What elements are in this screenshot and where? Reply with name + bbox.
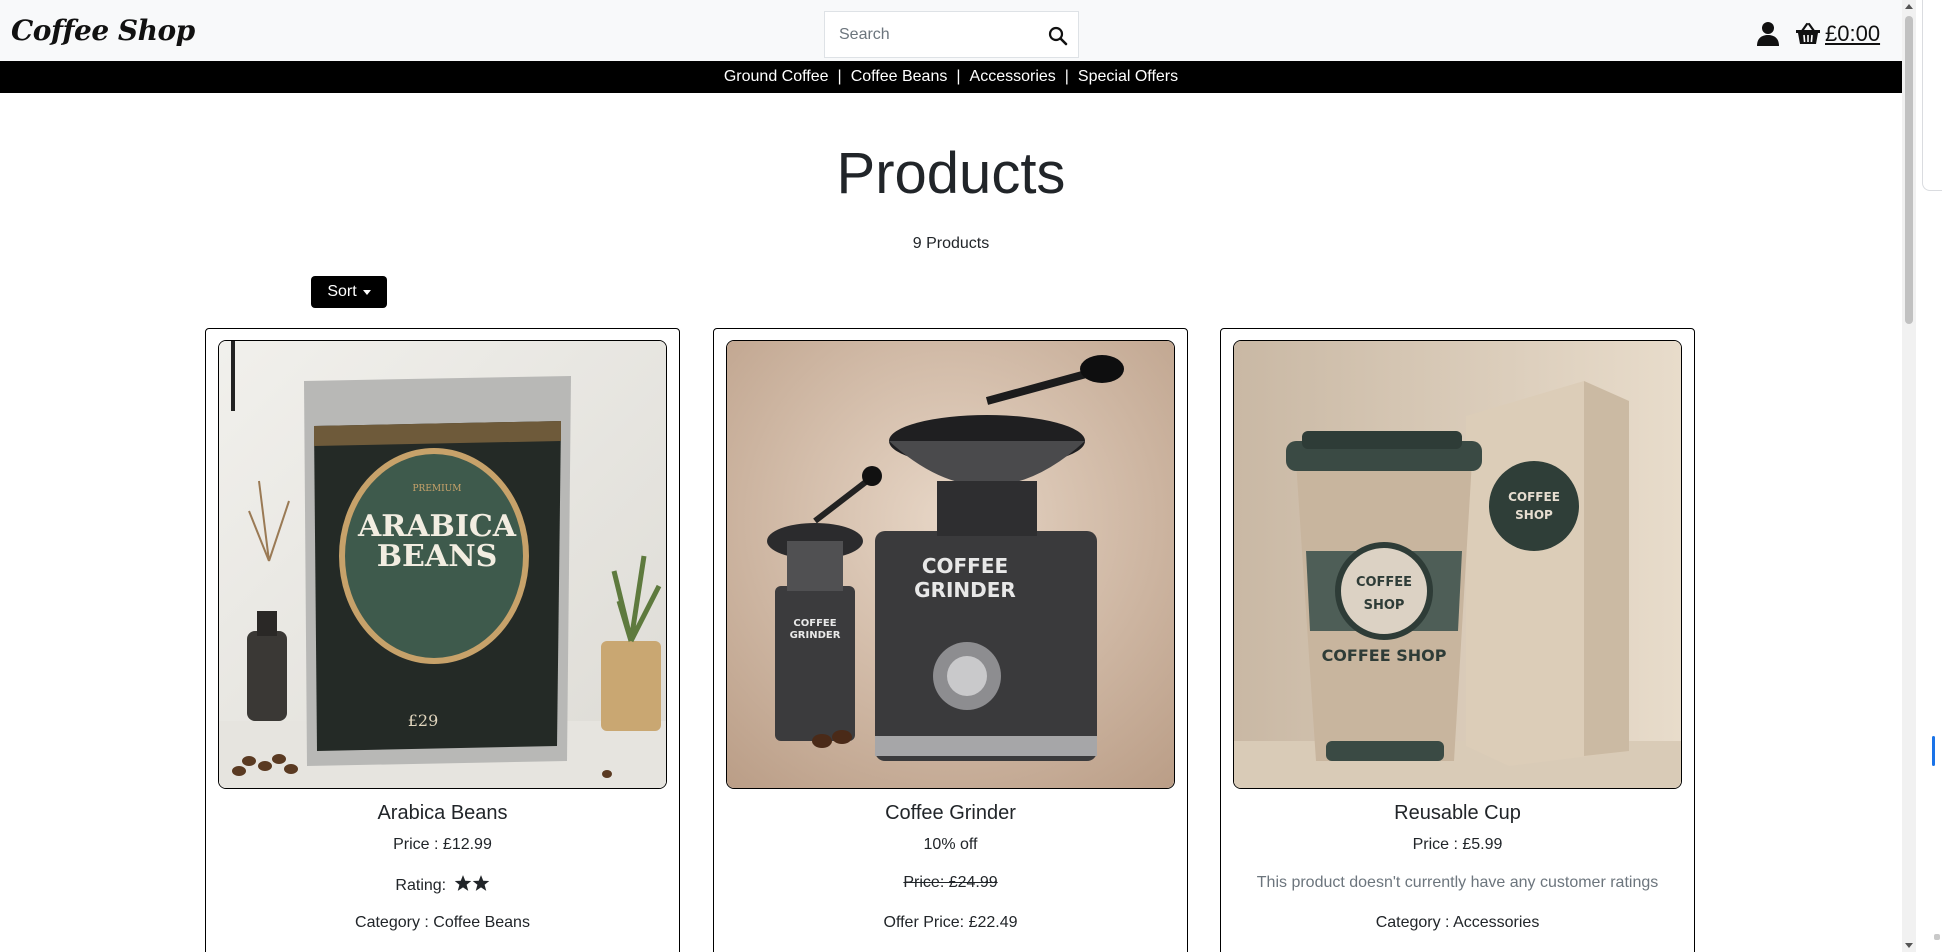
coffee-grinder-image[interactable]: COFFEE GRINDER COFFEE GRINDER bbox=[726, 340, 1175, 789]
svg-text:COFFEE: COFFEE bbox=[1508, 490, 1560, 504]
sort-label: Sort bbox=[327, 283, 357, 300]
svg-text:£29: £29 bbox=[408, 711, 439, 730]
svg-text:COFFEE: COFFEE bbox=[922, 554, 1008, 578]
category-nav: Ground Coffee | Coffee Beans | Accessori… bbox=[0, 61, 1902, 93]
svg-text:COFFEE: COFFEE bbox=[1356, 575, 1412, 590]
cart-link[interactable]: £0:00 bbox=[1795, 20, 1880, 48]
nav-separator: | bbox=[1064, 68, 1069, 85]
product-card: COFFEE SHOP COFFEE SHOP COFFEE SHOP Reus… bbox=[1220, 328, 1695, 952]
side-panel bbox=[1922, 0, 1942, 191]
nav-separator: | bbox=[837, 68, 842, 85]
svg-text:COFFEE: COFFEE bbox=[793, 618, 836, 629]
reusable-cup-image[interactable]: COFFEE SHOP COFFEE SHOP COFFEE SHOP bbox=[1233, 340, 1682, 789]
product-category: Category : Accessories bbox=[1375, 914, 1540, 931]
scroll-down-arrow-icon[interactable] bbox=[1905, 943, 1913, 948]
star-icon bbox=[454, 875, 471, 891]
scrollbar-thumb[interactable] bbox=[1905, 16, 1913, 324]
nav-separator: | bbox=[956, 68, 961, 85]
product-name[interactable]: Coffee Grinder bbox=[714, 802, 1187, 825]
product-rating: Rating: bbox=[206, 874, 679, 895]
product-category: Category : Coffee Beans bbox=[355, 914, 530, 931]
scroll-up-arrow-icon[interactable] bbox=[1905, 4, 1913, 9]
coffee-grinder-illustration: COFFEE GRINDER COFFEE GRINDER bbox=[727, 341, 1174, 788]
page: Coffee Shop £0 bbox=[0, 0, 1902, 952]
product-card: COFFEE GRINDER COFFEE GRINDER Coffee Gri… bbox=[713, 328, 1188, 952]
reusable-cup-illustration: COFFEE SHOP COFFEE SHOP COFFEE SHOP bbox=[1234, 341, 1681, 788]
user-icon bbox=[1757, 22, 1779, 46]
svg-text:SHOP: SHOP bbox=[1364, 598, 1405, 613]
product-price: Price : £12.99 bbox=[393, 836, 492, 853]
svg-text:GRINDER: GRINDER bbox=[914, 578, 1016, 602]
search-input[interactable] bbox=[825, 12, 1039, 57]
search-icon bbox=[1048, 26, 1068, 46]
brand-logo[interactable]: Coffee Shop bbox=[11, 14, 195, 47]
caret-down-icon bbox=[362, 289, 371, 295]
discount-label: 10% off bbox=[923, 836, 978, 853]
svg-text:SHOP: SHOP bbox=[1515, 508, 1553, 522]
basket-icon bbox=[1796, 22, 1820, 44]
rating-stars bbox=[454, 874, 490, 892]
product-name[interactable]: Reusable Cup bbox=[1221, 802, 1694, 825]
product-card: PREMIUM ARABICA BEANS £29 Arabica Beans … bbox=[205, 328, 680, 952]
nav-accessories[interactable]: Accessories bbox=[970, 68, 1056, 86]
nav-coffee-beans[interactable]: Coffee Beans bbox=[851, 68, 948, 86]
product-name[interactable]: Arabica Beans bbox=[206, 802, 679, 825]
top-header: Coffee Shop £0 bbox=[0, 0, 1902, 61]
search-button[interactable] bbox=[1046, 24, 1070, 48]
bag-text-premium: PREMIUM bbox=[413, 484, 462, 494]
no-ratings-message: This product doesn't currently have any … bbox=[1256, 874, 1659, 891]
side-panel-indicator[interactable] bbox=[1932, 736, 1935, 766]
svg-text:BEANS: BEANS bbox=[377, 539, 498, 574]
search-form bbox=[824, 11, 1079, 58]
product-count: 9 Products bbox=[912, 235, 990, 252]
account-button[interactable] bbox=[1756, 21, 1780, 47]
cart-total[interactable]: £0:00 bbox=[1825, 21, 1880, 47]
coffee-bag-image[interactable]: PREMIUM ARABICA BEANS £29 bbox=[218, 340, 667, 789]
nav-special-offers[interactable]: Special Offers bbox=[1078, 68, 1178, 86]
product-price: Price : £5.99 bbox=[1412, 836, 1503, 853]
coffee-bag-illustration: PREMIUM ARABICA BEANS £29 bbox=[219, 341, 666, 788]
vertical-scrollbar[interactable] bbox=[1902, 0, 1916, 952]
old-price: Price: £24.99 bbox=[903, 874, 998, 891]
page-title: Products bbox=[836, 141, 1066, 206]
nav-ground-coffee[interactable]: Ground Coffee bbox=[724, 68, 829, 86]
side-panel-handle[interactable] bbox=[1934, 934, 1940, 940]
offer-price: Offer Price: £22.49 bbox=[883, 914, 1018, 931]
sort-dropdown-button[interactable]: Sort bbox=[311, 276, 387, 308]
svg-text:GRINDER: GRINDER bbox=[790, 630, 841, 641]
svg-text:COFFEE SHOP: COFFEE SHOP bbox=[1322, 646, 1447, 665]
star-icon bbox=[472, 875, 489, 891]
rating-label: Rating: bbox=[395, 877, 447, 894]
